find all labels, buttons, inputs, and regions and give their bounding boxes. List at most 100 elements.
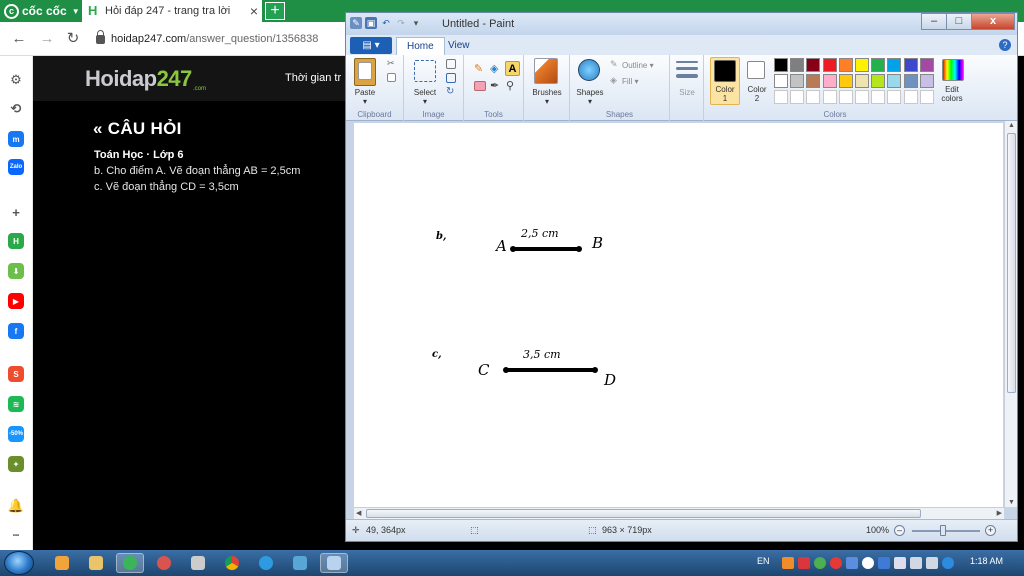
new-tab-button[interactable]: +	[265, 2, 285, 20]
edit-colors-button[interactable]: Edit colors	[936, 85, 968, 103]
custom-color-slot[interactable]	[855, 90, 869, 104]
shapes-icon[interactable]	[578, 59, 600, 81]
size-line-icon[interactable]	[676, 61, 698, 63]
crop-icon[interactable]	[446, 59, 456, 69]
tab-view[interactable]: View	[438, 37, 480, 55]
zoom-slider[interactable]	[912, 530, 980, 532]
drawing-canvas[interactable]: b, A B 2,5 cm c, C D 3,5 cm	[354, 123, 1003, 507]
custom-color-slot[interactable]	[903, 90, 918, 104]
taskbar-app[interactable]	[150, 553, 178, 573]
coccoc-menu-button[interactable]: c cốc cốc ▼	[4, 2, 80, 20]
download-icon[interactable]: ⬇	[8, 263, 24, 279]
flag-icon[interactable]	[894, 557, 906, 569]
color2-swatch[interactable]	[747, 61, 765, 79]
paint-title-bar[interactable]: ✎ ▣ ↶ ↷ ▾ Untitled - Paint – □ x	[346, 13, 1017, 35]
custom-color-slot[interactable]	[887, 90, 902, 104]
volume-icon[interactable]	[926, 557, 938, 569]
brushes-button[interactable]: Brushes	[528, 88, 566, 97]
language-indicator[interactable]: EN	[757, 556, 770, 566]
history-icon[interactable]: ⟲	[8, 101, 24, 117]
rotate-icon[interactable]: ↻	[446, 87, 456, 97]
back-button[interactable]: ←	[10, 30, 28, 48]
custom-color-slot[interactable]	[822, 90, 837, 104]
tiki-icon[interactable]: -50%	[8, 426, 24, 442]
select-button[interactable]: Select	[408, 88, 442, 97]
brushes-icon[interactable]	[534, 58, 558, 84]
start-button[interactable]	[4, 551, 34, 575]
color-swatch[interactable]	[919, 74, 934, 88]
tab-close-icon[interactable]: ×	[246, 3, 262, 19]
color-swatch[interactable]	[871, 74, 886, 88]
tray-bluetooth-icon[interactable]	[878, 557, 890, 569]
hoidap-icon[interactable]: H	[8, 233, 24, 249]
color-swatch[interactable]	[871, 58, 886, 72]
browser-tab-hoidap[interactable]: H Hỏi đáp 247 - trang tra lời ×	[82, 0, 262, 22]
edit-colors-icon[interactable]	[942, 59, 964, 81]
taskbar-explorer[interactable]	[82, 553, 110, 573]
undo-icon[interactable]: ↶	[380, 17, 392, 29]
forward-button[interactable]: →	[38, 30, 56, 48]
tray-app-icon[interactable]	[782, 557, 794, 569]
scroll-down-icon[interactable]: ▼	[1008, 499, 1015, 506]
close-button[interactable]: x	[971, 13, 1015, 30]
zoom-slider-thumb[interactable]	[940, 525, 946, 536]
tray-white-icon[interactable]	[862, 557, 874, 569]
paint-app-icon[interactable]: ✎	[350, 17, 362, 29]
color-swatch[interactable]	[855, 58, 869, 72]
custom-color-slot[interactable]	[790, 90, 805, 104]
text-tool-icon[interactable]: A	[505, 61, 520, 76]
fill-button[interactable]: Fill ▾	[622, 77, 662, 86]
fill-icon[interactable]: ◈	[610, 76, 620, 85]
add-icon[interactable]: +	[8, 204, 24, 220]
tray-red-icon[interactable]	[830, 557, 842, 569]
clock-time[interactable]: 1:18 AM	[970, 556, 1003, 566]
color-picker-icon[interactable]: ✒	[490, 80, 502, 92]
color-swatch[interactable]	[919, 58, 934, 72]
horizontal-scrollbar[interactable]: ◀ ▶	[354, 507, 1004, 519]
vertical-scrollbar[interactable]: ▲ ▼	[1004, 121, 1017, 507]
file-menu-button[interactable]: ▤ ▾	[350, 37, 392, 54]
game-icon[interactable]: ✦	[8, 456, 24, 472]
cut-icon[interactable]: ✂	[387, 59, 396, 68]
eraser-icon[interactable]	[474, 81, 486, 91]
color-swatch[interactable]	[822, 58, 837, 72]
taskbar-media-player[interactable]	[48, 553, 76, 573]
custom-color-slot[interactable]	[919, 90, 934, 104]
custom-color-slot[interactable]	[838, 90, 853, 104]
custom-color-slot[interactable]	[871, 90, 886, 104]
chevron-down-icon[interactable]: ▾	[542, 97, 552, 106]
scroll-up-icon[interactable]: ▲	[1008, 122, 1015, 129]
pencil-icon[interactable]: ✎	[474, 63, 486, 75]
network-icon[interactable]	[910, 557, 922, 569]
site-logo[interactable]: Hoidap247	[85, 66, 192, 92]
settings-icon[interactable]: ⚙	[8, 72, 24, 88]
taskbar-coccoc[interactable]	[116, 553, 144, 573]
notification-icon[interactable]: 🔔	[8, 498, 24, 514]
youtube-icon[interactable]: ▶	[8, 293, 24, 309]
size-button[interactable]: Size	[670, 88, 704, 97]
facebook-icon[interactable]: f	[8, 323, 24, 339]
help-icon[interactable]: ?	[999, 39, 1011, 51]
minimize-button[interactable]: –	[921, 13, 947, 30]
color-swatch[interactable]	[774, 58, 788, 72]
color-swatch[interactable]	[903, 58, 918, 72]
shapes-button[interactable]: Shapes	[572, 88, 608, 97]
color-swatch[interactable]	[790, 58, 805, 72]
shopee-icon[interactable]: S	[8, 366, 24, 382]
save-icon[interactable]: ▣	[365, 17, 377, 29]
zalo-icon[interactable]: Zalo	[8, 159, 24, 175]
custom-color-slot[interactable]	[774, 90, 788, 104]
taskbar-calculator[interactable]	[184, 553, 212, 573]
color-swatch[interactable]	[790, 74, 805, 88]
taskbar-edge[interactable]	[252, 553, 280, 573]
color-swatch[interactable]	[774, 74, 788, 88]
spotify-icon[interactable]: ≋	[8, 396, 24, 412]
more-icon[interactable]: •••	[8, 528, 24, 544]
redo-icon[interactable]: ↷	[395, 17, 407, 29]
maximize-button[interactable]: □	[946, 13, 972, 30]
tray-green-icon[interactable]	[814, 557, 826, 569]
tray-blue-icon[interactable]	[846, 557, 858, 569]
paste-button[interactable]: Paste	[348, 88, 382, 97]
reload-button[interactable]: ↻	[64, 30, 82, 48]
color-swatch[interactable]	[887, 58, 902, 72]
